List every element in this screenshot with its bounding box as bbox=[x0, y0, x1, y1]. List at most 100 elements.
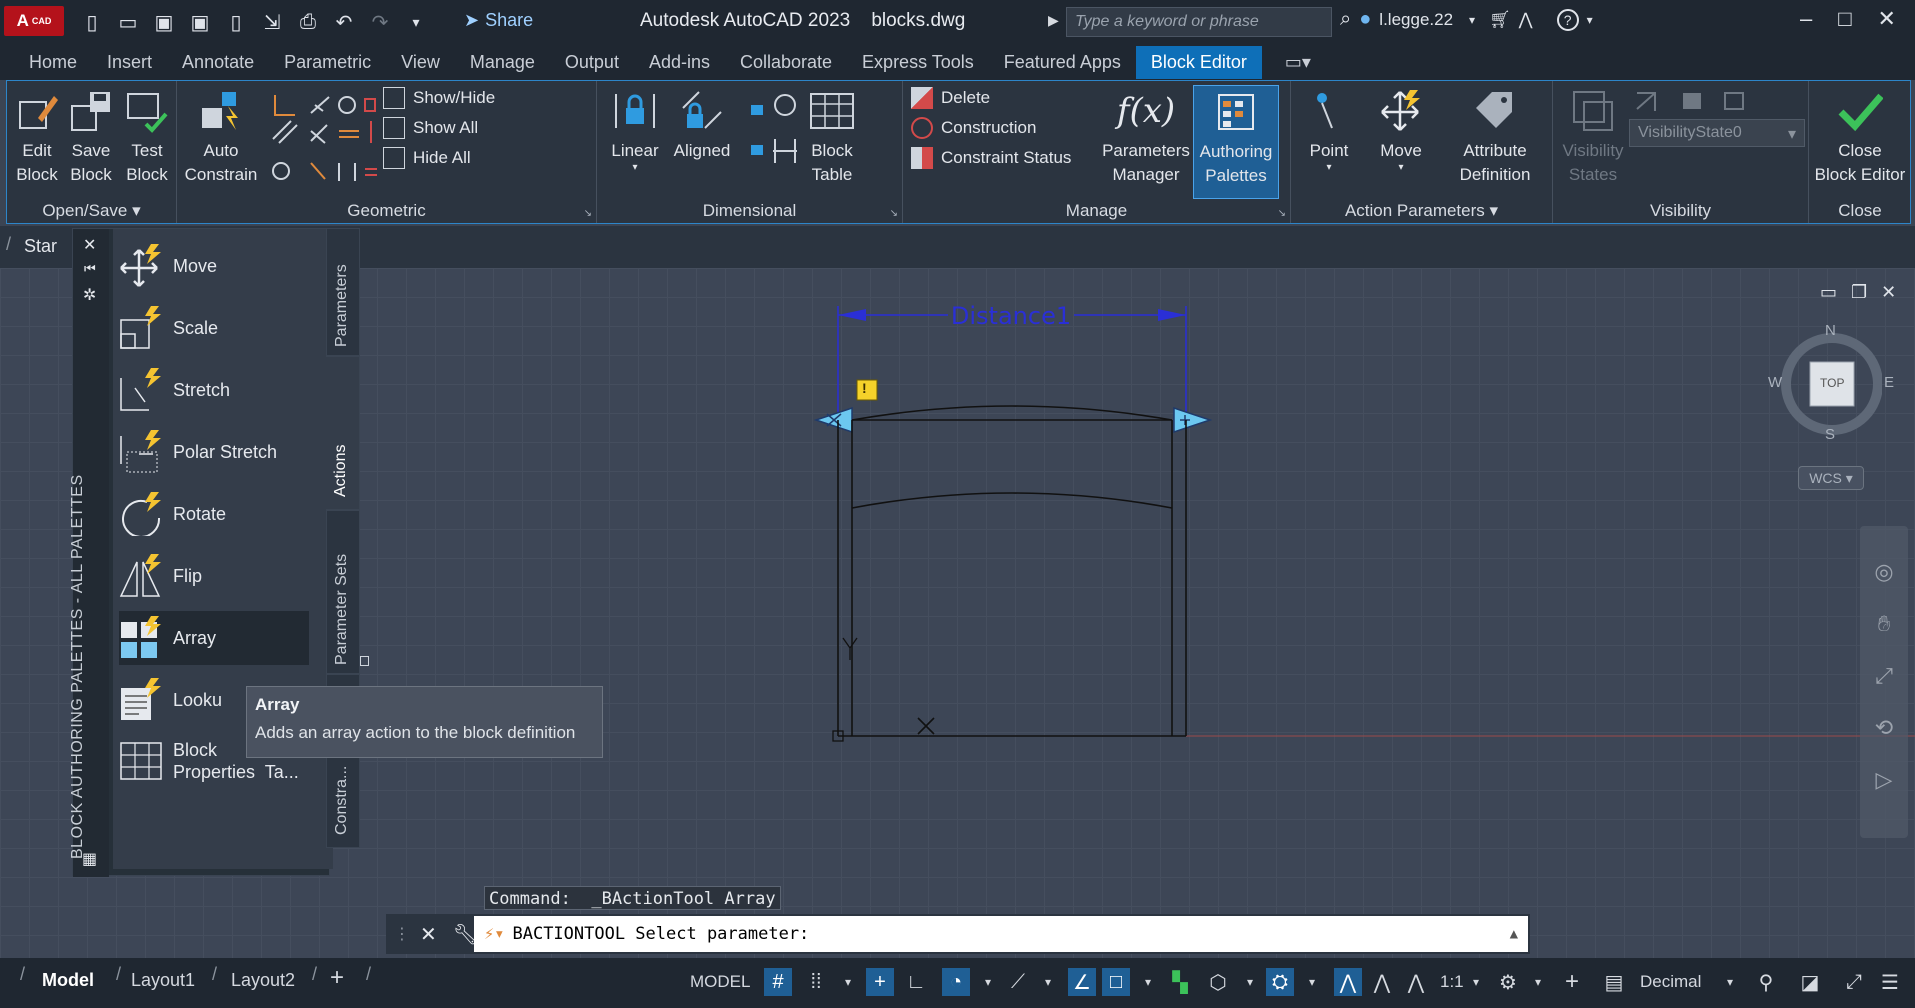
test-block-button[interactable]: Test Block bbox=[121, 85, 173, 187]
ortho-icon[interactable]: ∟ bbox=[902, 968, 930, 996]
customize-menu-icon[interactable]: ☰ bbox=[1876, 968, 1904, 996]
compass-south[interactable]: S bbox=[1825, 426, 1835, 443]
chevron-down-icon[interactable]: ▾ bbox=[1298, 968, 1326, 996]
user-name[interactable]: l.legge.22 bbox=[1379, 10, 1453, 30]
palette-autohide-icon[interactable]: ⏮ bbox=[84, 261, 96, 277]
open-folder-icon[interactable]: ▭ bbox=[114, 8, 142, 36]
tab-collaborate[interactable]: Collaborate bbox=[725, 46, 847, 79]
help-icon[interactable]: ? bbox=[1556, 8, 1579, 31]
palette-item-polar-stretch[interactable]: Polar Stretch bbox=[119, 425, 309, 479]
plot-icon[interactable]: ⎙ bbox=[294, 8, 322, 36]
steering-wheel-icon[interactable]: ◎ bbox=[1860, 546, 1908, 598]
edit-block-button[interactable]: Edit Block bbox=[11, 85, 63, 187]
chevron-down-icon[interactable]: ▾ bbox=[1398, 163, 1403, 173]
hide-all-button[interactable]: Hide All bbox=[383, 147, 471, 169]
tab-view[interactable]: View bbox=[386, 46, 455, 79]
authoring-palettes-button[interactable]: Authoring Palettes bbox=[1193, 85, 1279, 199]
palette-item-flip[interactable]: Flip bbox=[119, 549, 309, 603]
grip-handle-icon[interactable]: ⋮ bbox=[394, 924, 410, 944]
quick-properties-icon[interactable]: ⚲ bbox=[1752, 968, 1780, 996]
chevron-down-icon[interactable]: ▾ bbox=[1469, 13, 1475, 27]
file-tab-start[interactable]: Star bbox=[24, 236, 57, 257]
customize-dropdown-icon[interactable]: ▾ bbox=[402, 8, 430, 36]
palette-titlebar[interactable]: ✕ ⏮ ✲ BLOCK AUTHORING PALETTES - ALL PAL… bbox=[69, 229, 109, 877]
tab-express-tools[interactable]: Express Tools bbox=[847, 46, 989, 79]
aligned-button[interactable]: Aligned bbox=[669, 85, 735, 163]
user-icon[interactable]: ● bbox=[1359, 8, 1371, 31]
panel-title-geometric[interactable]: Geometric bbox=[177, 201, 596, 221]
maximize-icon[interactable]: □ bbox=[1838, 6, 1851, 32]
tab-insert[interactable]: Insert bbox=[92, 46, 167, 79]
graphics-performance-icon[interactable]: ◪ bbox=[1796, 968, 1824, 996]
tab-layout1[interactable]: Layout1 bbox=[131, 970, 195, 991]
dimensional-constraint-icons[interactable] bbox=[747, 91, 799, 171]
dynamic-input-icon[interactable]: + bbox=[866, 968, 894, 996]
chevron-down-icon[interactable]: ▾ bbox=[1326, 163, 1331, 173]
transparency-icon[interactable]: ⬡ bbox=[1204, 968, 1232, 996]
panel-title-manage[interactable]: Manage bbox=[903, 201, 1290, 221]
warning-icon[interactable]: ! bbox=[862, 380, 867, 396]
tab-manage[interactable]: Manage bbox=[455, 46, 550, 79]
parameters-manager-button[interactable]: f(x) Parameters Manager bbox=[1102, 85, 1190, 187]
model-space-button[interactable]: MODEL bbox=[690, 972, 750, 992]
palette-properties-icon[interactable]: ✲ bbox=[83, 285, 96, 305]
command-prompt-icon[interactable]: ⚡︎▾ bbox=[484, 924, 504, 944]
chevron-down-icon[interactable]: ▾ bbox=[1462, 968, 1490, 996]
viewport-minimize-icon[interactable]: ▭ bbox=[1820, 282, 1837, 303]
palette-resize-grip[interactable] bbox=[360, 656, 369, 666]
viewcube-top-face[interactable]: TOP bbox=[1820, 376, 1844, 390]
compass-north[interactable]: N bbox=[1825, 322, 1836, 339]
orbit-icon[interactable]: ⟲ bbox=[1860, 702, 1908, 754]
units-icon[interactable]: ▤ bbox=[1600, 968, 1628, 996]
annotation-visibility-icon[interactable]: ⋀ bbox=[1334, 968, 1362, 996]
panel-launcher-icon[interactable]: ↘ bbox=[890, 208, 898, 219]
palette-menu-icon[interactable]: ▦ bbox=[82, 849, 97, 869]
app-menu-button[interactable]: A CAD bbox=[4, 6, 64, 36]
command-input[interactable]: ⚡︎▾ BACTIONTOOL Select parameter: ▲ bbox=[474, 916, 1528, 952]
save-as-icon[interactable]: ▣ bbox=[186, 8, 214, 36]
navigation-bar[interactable]: ◎ ✋︎ ⤢ ⟲ ▷ bbox=[1860, 526, 1908, 838]
grid-icon[interactable]: # bbox=[764, 968, 792, 996]
selection-cycling-icon[interactable]: ⛭ bbox=[1266, 968, 1294, 996]
chevron-down-icon[interactable]: ▾ bbox=[1034, 968, 1062, 996]
panel-launcher-icon[interactable]: ↘ bbox=[584, 208, 592, 219]
snap-icon[interactable]: ⁞⁞ bbox=[802, 968, 830, 996]
units-value[interactable]: Decimal bbox=[1640, 972, 1701, 992]
viewport-restore-icon[interactable]: ❐ bbox=[1851, 282, 1867, 303]
compass-east[interactable]: E bbox=[1884, 374, 1894, 391]
close-icon[interactable]: ✕ bbox=[1878, 6, 1896, 32]
chevron-down-icon[interactable]: ▾ bbox=[974, 968, 1002, 996]
open-web-icon[interactable]: ▯ bbox=[222, 8, 250, 36]
chevron-down-icon[interactable]: ▾ bbox=[632, 163, 637, 173]
pan-hand-icon[interactable]: ✋︎ bbox=[1860, 598, 1908, 650]
palette-item-scale[interactable]: Scale bbox=[119, 301, 309, 355]
lineweight-icon[interactable]: ▚ bbox=[1166, 968, 1194, 996]
search-input[interactable]: Type a keyword or phrase bbox=[1066, 7, 1332, 37]
object-snap-tracking-icon[interactable]: ∠ bbox=[1068, 968, 1096, 996]
ribbon-display-toggle-icon[interactable]: ▭▾ bbox=[1270, 46, 1326, 79]
show-hide-button[interactable]: Show/Hide bbox=[383, 87, 495, 109]
panel-title-dimensional[interactable]: Dimensional bbox=[597, 201, 902, 221]
annotation-scale-value[interactable]: 1:1 bbox=[1440, 972, 1464, 992]
panel-title-open-save[interactable]: Open/Save ▾ bbox=[7, 201, 176, 221]
autodesk-a-icon[interactable]: ⋀ bbox=[1519, 10, 1533, 30]
tab-parameters[interactable]: Parameters bbox=[326, 228, 360, 356]
isodraft-icon[interactable]: ⟋ bbox=[1004, 968, 1032, 996]
attribute-definition-button[interactable]: Attribute Definition bbox=[1443, 85, 1547, 187]
share-button[interactable]: ➤ Share bbox=[464, 10, 533, 31]
save-block-button[interactable]: Save Block bbox=[65, 85, 117, 187]
close-block-editor-button[interactable]: Close Block Editor bbox=[1811, 85, 1909, 187]
workspace-gear-icon[interactable]: ⚙ bbox=[1494, 968, 1522, 996]
tab-annotate[interactable]: Annotate bbox=[167, 46, 269, 79]
chevron-down-icon[interactable]: ▾ bbox=[1236, 968, 1264, 996]
cart-icon[interactable]: 🛒︎ bbox=[1489, 10, 1511, 30]
tab-actions[interactable]: Actions bbox=[326, 356, 360, 510]
move-action-button[interactable]: Move ▾ bbox=[1371, 85, 1431, 173]
clean-screen-icon[interactable]: ⤢ bbox=[1840, 968, 1868, 996]
tab-parametric[interactable]: Parametric bbox=[269, 46, 386, 79]
tab-featured-apps[interactable]: Featured Apps bbox=[989, 46, 1136, 79]
tab-block-editor[interactable]: Block Editor bbox=[1135, 45, 1262, 79]
tab-model[interactable]: Model bbox=[42, 970, 94, 991]
palette-close-icon[interactable]: ✕ bbox=[83, 235, 96, 255]
new-file-icon[interactable]: ▯ bbox=[78, 8, 106, 36]
